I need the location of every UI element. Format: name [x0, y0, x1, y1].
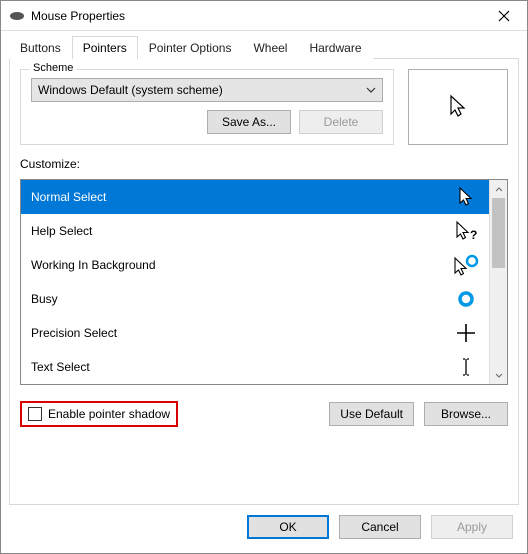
arrow-cursor-icon [449, 94, 467, 120]
close-button[interactable] [481, 1, 527, 31]
enable-shadow-checkbox[interactable] [28, 407, 42, 421]
mouse-icon [9, 8, 25, 24]
scrollbar[interactable] [489, 180, 507, 384]
close-icon [498, 10, 510, 22]
tabs: Buttons Pointers Pointer Options Wheel H… [1, 31, 527, 58]
customize-label: Customize: [20, 157, 508, 171]
cursor-name: Precision Select [31, 326, 117, 340]
cancel-button[interactable]: Cancel [339, 515, 421, 539]
enable-shadow-highlight: Enable pointer shadow [20, 401, 178, 427]
scheme-group: Scheme Windows Default (system scheme) S… [20, 69, 394, 145]
scroll-down-button[interactable] [490, 366, 507, 384]
tab-body: Scheme Windows Default (system scheme) S… [9, 58, 519, 505]
scheme-select[interactable]: Windows Default (system scheme) [31, 78, 383, 102]
apply-button: Apply [431, 515, 513, 539]
tab-pointers[interactable]: Pointers [72, 36, 138, 59]
chevron-up-icon [495, 187, 503, 192]
chevron-down-icon [366, 87, 376, 93]
delete-button: Delete [299, 110, 383, 134]
cursor-preview [408, 69, 508, 145]
browse-button[interactable]: Browse... [424, 402, 508, 426]
use-default-button[interactable]: Use Default [329, 402, 414, 426]
list-item[interactable]: Working In Background [21, 248, 489, 282]
tab-wheel[interactable]: Wheel [242, 36, 298, 59]
text-cursor-icon [453, 357, 479, 377]
background-cursor-icon [453, 254, 479, 276]
svg-text:?: ? [470, 228, 477, 242]
list-item[interactable]: Precision Select [21, 316, 489, 350]
cursor-list-inner: Normal Select Help Select ? Working In B… [21, 180, 489, 384]
scheme-row: Scheme Windows Default (system scheme) S… [20, 69, 508, 145]
arrow-cursor-icon [453, 186, 479, 208]
cursor-name: Help Select [31, 224, 92, 238]
tab-hardware[interactable]: Hardware [298, 36, 372, 59]
cursor-name: Text Select [31, 360, 90, 374]
cursor-name: Working In Background [31, 258, 156, 272]
cursor-list: Normal Select Help Select ? Working In B… [20, 179, 508, 385]
list-item[interactable]: Text Select [21, 350, 489, 384]
list-item[interactable]: Help Select ? [21, 214, 489, 248]
scheme-buttons: Save As... Delete [31, 110, 383, 134]
help-cursor-icon: ? [453, 220, 479, 242]
scroll-up-button[interactable] [490, 180, 507, 198]
scheme-selected-value: Windows Default (system scheme) [38, 83, 223, 97]
busy-cursor-icon [453, 290, 479, 308]
titlebar: Mouse Properties [1, 1, 527, 31]
cursor-name: Busy [31, 292, 58, 306]
tab-buttons[interactable]: Buttons [9, 36, 72, 59]
enable-shadow-label: Enable pointer shadow [48, 407, 170, 421]
window-title: Mouse Properties [31, 9, 481, 23]
precision-cursor-icon [453, 323, 479, 343]
mouse-properties-window: Mouse Properties Buttons Pointers Pointe… [0, 0, 528, 554]
scroll-track[interactable] [490, 198, 507, 366]
scheme-legend: Scheme [29, 62, 77, 74]
save-as-button[interactable]: Save As... [207, 110, 291, 134]
cursor-name: Normal Select [31, 190, 106, 204]
dialog-footer: OK Cancel Apply [1, 505, 527, 553]
ok-button[interactable]: OK [247, 515, 329, 539]
list-item[interactable]: Normal Select [21, 180, 489, 214]
bottom-row: Enable pointer shadow Use Default Browse… [20, 401, 508, 427]
scroll-thumb[interactable] [492, 198, 505, 268]
chevron-down-icon [495, 373, 503, 378]
tab-pointer-options[interactable]: Pointer Options [138, 36, 243, 59]
list-item[interactable]: Busy [21, 282, 489, 316]
